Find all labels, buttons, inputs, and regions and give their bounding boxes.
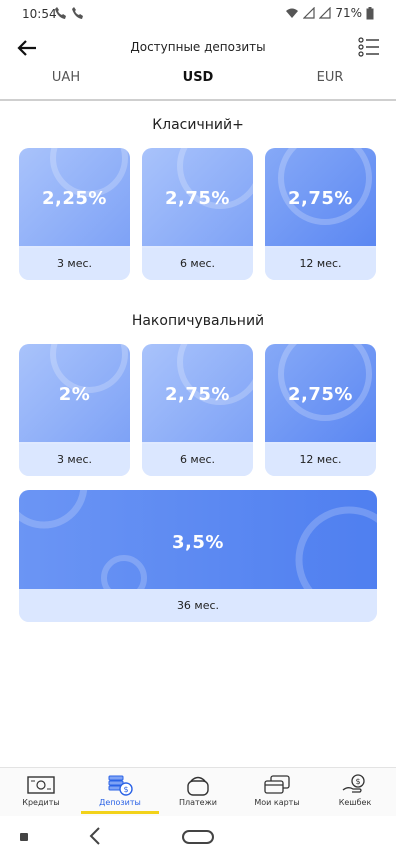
nav-label: Депозиты: [99, 798, 141, 807]
system-back-icon[interactable]: [88, 826, 102, 846]
deposit-term: 6 мес.: [142, 444, 253, 476]
wifi-icon: [286, 8, 299, 18]
deposit-card-accum-36m[interactable]: 3,5% 36 мес.: [19, 490, 377, 622]
app-bar: Доступные депозиты: [0, 28, 396, 68]
phone-call-icon: [72, 7, 83, 19]
deposit-card-accum-6m[interactable]: 2,75% 6 мес.: [142, 344, 253, 476]
deposit-term: 6 мес.: [142, 248, 253, 280]
active-nav-indicator: [81, 811, 159, 814]
phone-wifi-icon: [55, 7, 66, 19]
deposit-rate: 3,5%: [172, 532, 224, 553]
deposit-term: 36 мес.: [19, 589, 377, 622]
tab-usd[interactable]: USD: [158, 70, 238, 85]
tabs-divider: [0, 99, 396, 101]
deposit-rate: 2,75%: [288, 188, 353, 209]
deposit-card-classic-12m[interactable]: 2,75% 12 мес.: [265, 148, 376, 280]
deposit-rate: 2,25%: [42, 188, 107, 209]
nav-item-my-cards[interactable]: Мои карты: [238, 770, 316, 814]
banknote-icon: [27, 776, 55, 794]
deposit-rate: 2,75%: [288, 384, 353, 405]
wallet-icon: [187, 776, 209, 796]
nav-item-payments[interactable]: Платежи: [159, 770, 237, 814]
deposit-card-classic-3m[interactable]: 2,25% 3 мес.: [19, 148, 130, 280]
cards-icon: [264, 775, 290, 794]
page-title: Доступные депозиты: [130, 40, 266, 54]
nav-item-cashback[interactable]: $ Кешбек: [316, 770, 394, 814]
bottom-nav: Кредиты $ Депозиты Платежи Мои карты $ К…: [0, 767, 396, 816]
deposit-card-classic-6m[interactable]: 2,75% 6 мес.: [142, 148, 253, 280]
signal-icon-2: [319, 7, 331, 19]
nav-label: Мои карты: [254, 798, 300, 807]
deposit-card-accum-3m[interactable]: 2% 3 мес.: [19, 344, 130, 476]
currency-tabs: UAH USD EUR: [0, 66, 396, 100]
recents-button[interactable]: [20, 833, 28, 841]
battery-icon: [366, 6, 374, 19]
deposit-term: 12 мес.: [265, 248, 376, 280]
home-button[interactable]: [182, 830, 214, 844]
tab-uah[interactable]: UAH: [26, 70, 106, 85]
deposit-rate: 2,75%: [165, 188, 230, 209]
back-arrow-icon[interactable]: [16, 37, 38, 59]
cashback-icon: $: [342, 774, 365, 793]
deposit-rate: 2%: [58, 384, 91, 405]
system-nav-bar: [0, 816, 396, 860]
nav-item-credits[interactable]: Кредиты: [2, 770, 80, 814]
section-title-classic: Класичний+: [152, 117, 244, 133]
coin-stack-icon: $: [108, 775, 133, 796]
deposit-card-accum-12m[interactable]: 2,75% 12 мес.: [265, 344, 376, 476]
deposit-rate: 2,75%: [165, 384, 230, 405]
deposit-term: 3 мес.: [19, 444, 130, 476]
battery-percent: 71%: [335, 6, 362, 20]
status-time: 10:54: [22, 7, 57, 21]
status-right-icons: 71%: [285, 6, 374, 20]
nav-label: Платежи: [178, 798, 218, 807]
list-menu-icon[interactable]: [358, 36, 380, 58]
deposit-term: 12 мес.: [265, 444, 376, 476]
nav-label: Кредиты: [22, 798, 60, 807]
nav-label: Кешбек: [338, 798, 372, 807]
nav-item-deposits[interactable]: $ Депозиты: [81, 770, 159, 814]
status-bar: 10:54 71%: [0, 0, 396, 28]
svg-text:$: $: [355, 777, 360, 786]
tab-eur[interactable]: EUR: [290, 70, 370, 85]
status-left-icons: [54, 6, 85, 20]
deposit-term: 3 мес.: [19, 248, 130, 280]
svg-text:$: $: [123, 785, 128, 794]
signal-icon: [303, 7, 315, 19]
section-title-accumulative: Накопичувальний: [131, 313, 265, 329]
